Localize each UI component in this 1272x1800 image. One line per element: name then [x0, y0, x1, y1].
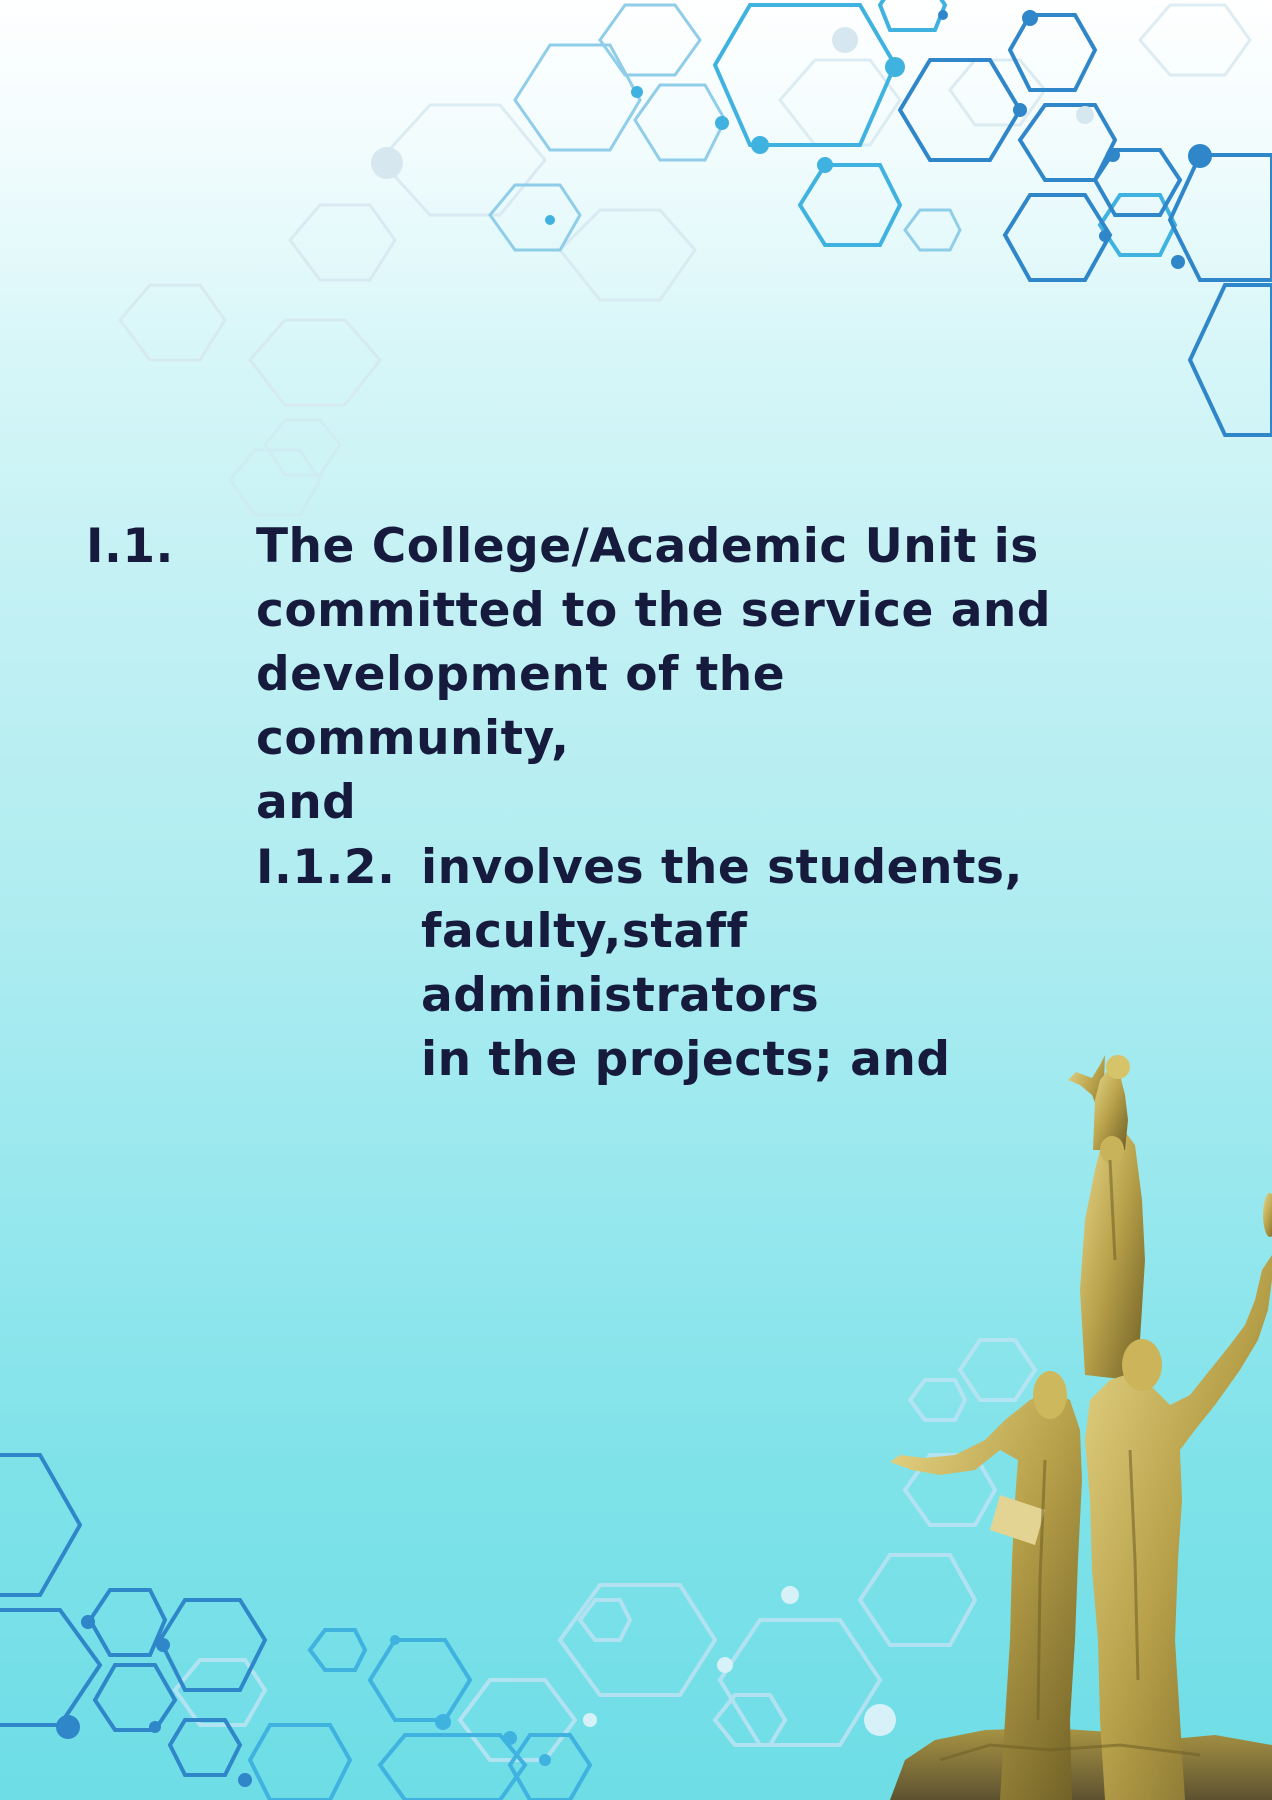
item-text-1: The College/Academic Unit is committed t…: [256, 519, 1052, 830]
document-page: I.1. The College/Academic Unit is commit…: [0, 0, 1272, 1800]
item-number-2: I.1.2.: [256, 840, 396, 895]
golden-monument-statue: [890, 1055, 1272, 1800]
hexagon-network-top-icon: [118, 0, 1272, 437]
hexagon-network-bottom-icon: [0, 1338, 1038, 1800]
hexagon-faint-icon: [228, 418, 342, 517]
item-text-2: involves the students, faculty,staff adm…: [421, 840, 1023, 1087]
item-number-1: I.1.: [86, 519, 174, 574]
